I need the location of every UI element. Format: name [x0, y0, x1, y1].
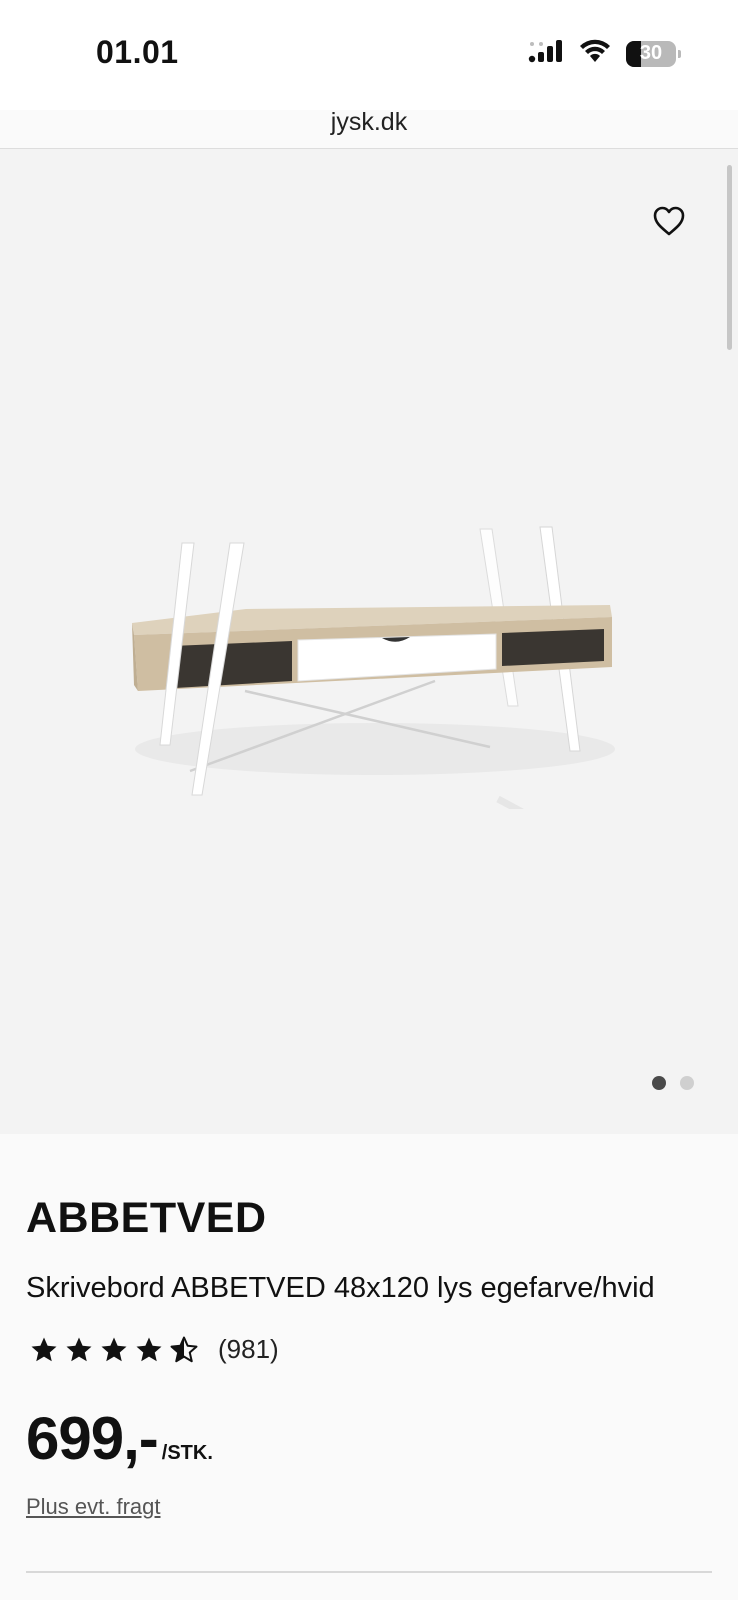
section-divider — [26, 1571, 712, 1573]
star-icon — [31, 1337, 57, 1361]
product-brand: ABBETVED — [26, 1194, 267, 1242]
wifi-icon — [578, 38, 612, 69]
signal-icon — [528, 38, 564, 69]
product-price: 699,- — [26, 1405, 159, 1472]
battery-icon: 30 — [626, 40, 681, 67]
price-row: 699,- /STK. — [26, 1404, 213, 1473]
shipping-link[interactable]: Plus evt. fragt — [26, 1494, 161, 1520]
status-bar: 01.01 30 jysk.dk — [0, 0, 738, 136]
battery-fill — [626, 40, 641, 67]
address-bar-url[interactable]: jysk.dk — [0, 108, 738, 137]
product-name: Skrivebord ABBETVED 48x120 lys egefarve/… — [26, 1272, 655, 1304]
product-info: ABBETVED Skrivebord ABBETVED 48x120 lys … — [0, 1134, 738, 1600]
product-rating[interactable]: (981) — [28, 1334, 279, 1365]
status-time: 01.01 — [96, 34, 179, 70]
battery-tip — [678, 49, 681, 58]
battery-level: 30 — [639, 42, 663, 64]
review-count[interactable]: (981) — [218, 1334, 279, 1365]
scrollbar[interactable] — [727, 165, 732, 350]
product-image-gallery[interactable] — [0, 149, 738, 1134]
star-icon — [136, 1337, 162, 1361]
pagination-dot[interactable] — [652, 1076, 666, 1090]
pagination-dot[interactable] — [680, 1076, 694, 1090]
heart-icon[interactable] — [652, 205, 686, 237]
rating-stars — [28, 1335, 200, 1365]
product-image[interactable] — [120, 449, 640, 809]
status-icons: 30 — [528, 38, 681, 69]
price-unit: /STK. — [161, 1442, 213, 1464]
star-icon — [101, 1337, 127, 1361]
star-half-icon — [170, 1336, 198, 1362]
gallery-pagination — [652, 1076, 694, 1090]
star-icon — [66, 1337, 92, 1361]
